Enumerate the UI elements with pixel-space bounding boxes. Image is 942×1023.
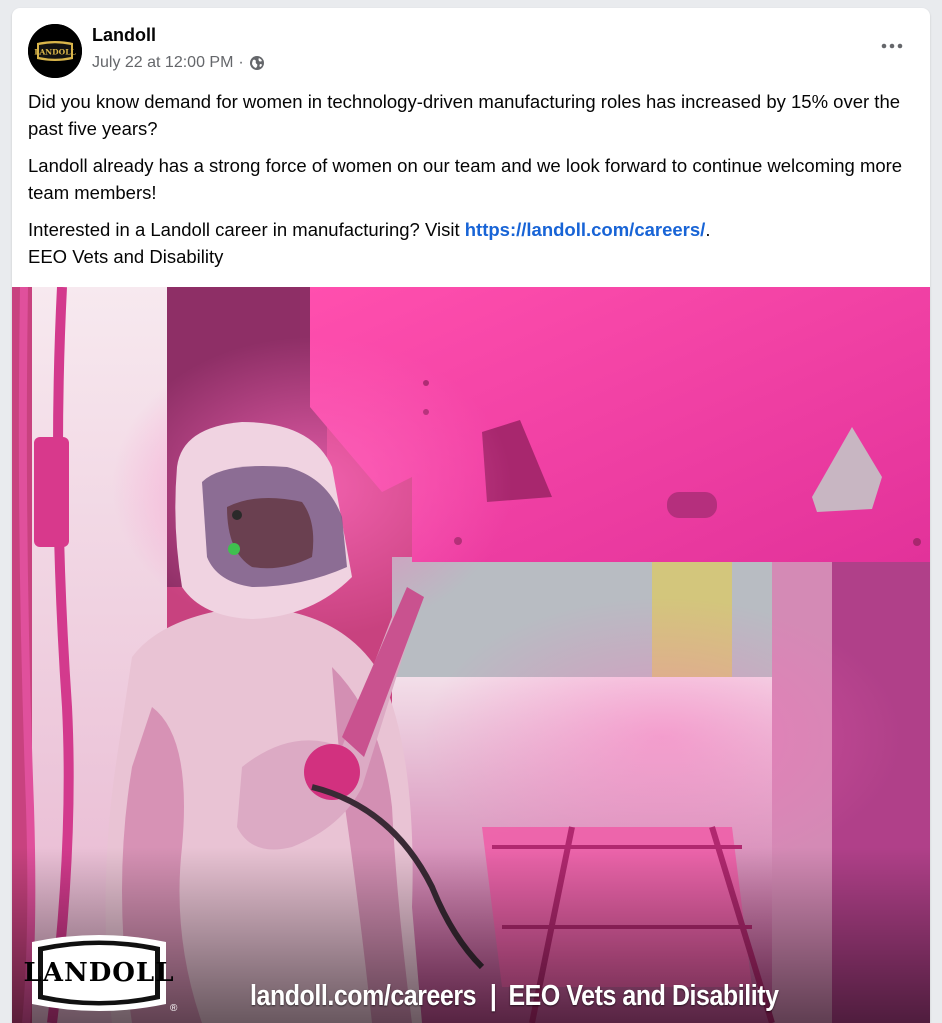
image-caption: landoll.com/careers | EEO Vets and Disabil… [250,980,779,1013]
post-timestamp[interactable]: July 22 at 12:00 PM [92,54,233,72]
post-meta: July 22 at 12:00 PM · [92,54,265,72]
post-paragraph-4: EEO Vets and Disability [28,246,224,267]
post-image[interactable]: LANDOLL ® landoll.com/careers | EEO Vets a… [12,287,930,1023]
post-card: LANDOLL Landoll July 22 at 12:00 PM · Di… [12,8,930,1023]
welder-photo-illustration [12,287,930,1023]
page-name-link[interactable]: Landoll [92,25,156,46]
caption-eeo: EEO Vets and Disability [508,980,779,1012]
registered-mark: ® [170,1003,178,1014]
post-paragraph-3: Interested in a Landoll career in manufa… [28,216,908,243]
page-avatar[interactable]: LANDOLL [28,24,82,78]
avatar-logo-text: LANDOLL [34,48,76,57]
paragraph-3-text: Interested in a Landoll career in manufa… [28,219,465,240]
more-horizontal-icon [881,43,903,49]
caption-divider: | [489,980,497,1012]
logo-wordmark: LANDOLL [23,958,175,988]
post-header: LANDOLL Landoll July 22 at 12:00 PM · [12,8,930,88]
post-paragraph-2: Landoll already has a strong force of wo… [28,155,903,203]
careers-link[interactable]: https://landoll.com/careers/ [465,219,706,240]
meta-separator: · [238,54,244,71]
paragraph-3-period: . [705,219,711,240]
caption-careers-url: landoll.com/careers [250,980,477,1012]
post-paragraph-1: Did you know demand for women in technol… [28,91,901,139]
globe-icon[interactable] [249,55,265,71]
more-options-button[interactable] [874,34,910,58]
landoll-logo-icon: LANDOLL [28,24,82,78]
landoll-logo-badge: LANDOLL [23,934,175,1012]
post-text: Did you know demand for women in technol… [28,88,908,280]
